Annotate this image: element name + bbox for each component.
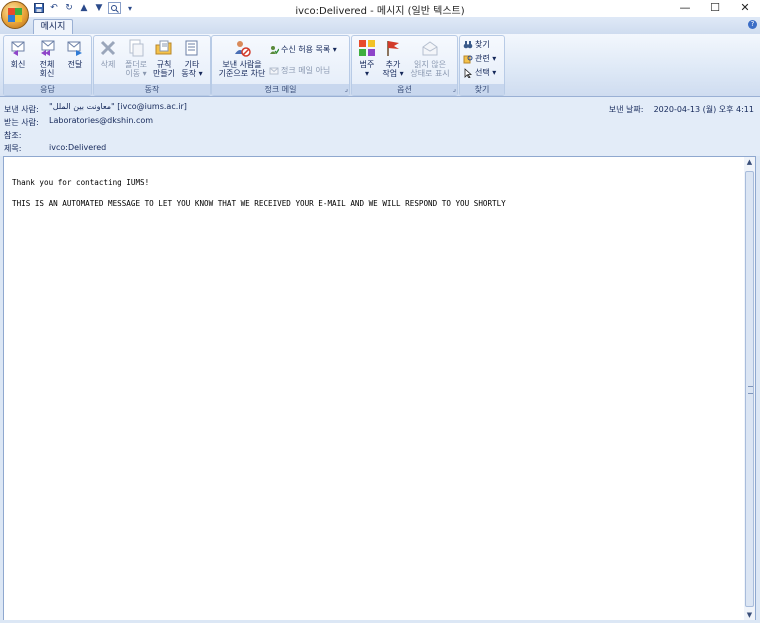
body-line-notice: THIS IS AN AUTOMATED MESSAGE TO LET YOU … (12, 199, 506, 208)
reply-all-button[interactable]: 전체 회신 (35, 38, 59, 78)
message-header: 보낸 사람: "معاونت بین الملل" [ivco@iums.ac.… (0, 97, 760, 156)
reply-label: 회신 (10, 60, 26, 69)
scrollbar-grip-icon (748, 386, 753, 394)
move-to-folder-button[interactable]: 폴더로 이동 ▾ (124, 38, 148, 78)
create-rule-label-2: 만들기 (152, 69, 176, 78)
delete-label: 삭제 (100, 60, 116, 69)
find-label: 찾기 (475, 40, 490, 49)
delete-button[interactable]: 삭제 (96, 38, 120, 69)
categorize-button[interactable]: 범주 ▾ (355, 38, 379, 78)
to-label: 받는 사람: (4, 118, 39, 127)
safe-list-icon (270, 45, 279, 54)
move-to-folder-label-1: 폴더로 (124, 60, 148, 69)
sent-value: 2020-04-13 (월) 오후 4:11 (653, 105, 754, 114)
mark-unread-button[interactable]: 읽지 않은 상태로 표시 (405, 38, 455, 78)
block-sender-label-1: 보낸 사람을 (222, 60, 262, 69)
other-actions-icon (185, 40, 198, 56)
ribbon-group-actions: 삭제 폴더로 이동 ▾ 규칙 만들기 기타 동작 ▾ 동작 (93, 35, 211, 96)
related-icon (463, 55, 473, 63)
select-icon (464, 67, 473, 78)
other-actions-button[interactable]: 기타 동작 ▾ (180, 38, 204, 78)
subject-label: 제목: (4, 144, 22, 153)
mark-unread-label-2: 상태로 표시 (410, 69, 450, 78)
mark-unread-icon (422, 41, 438, 56)
scrollbar-thumb[interactable] (745, 171, 754, 607)
ribbon-tab-row: 메시지 (0, 17, 760, 35)
create-rule-label-1: 규칙 (156, 60, 172, 69)
cc-label: 참조: (4, 131, 22, 140)
sent-date: 보낸 날짜: 2020-04-13 (월) 오후 4:11 (609, 104, 754, 115)
follow-up-label-2: 작업 ▾ (382, 69, 404, 78)
from-label: 보낸 사람: (4, 105, 39, 114)
reply-all-icon (41, 40, 55, 56)
group-label-options: 옵션 (352, 84, 457, 95)
move-to-folder-icon (129, 39, 144, 57)
move-to-folder-label-2: 이동 ▾ (125, 69, 147, 78)
not-junk-label: 정크 메일 아님 (281, 66, 331, 75)
follow-up-label-1: 추가 (385, 60, 401, 69)
safe-list-button[interactable]: 수신 허용 목록 ▾ (269, 44, 337, 55)
categorize-icon (359, 40, 375, 56)
tab-message[interactable]: 메시지 (33, 19, 73, 35)
binoculars-icon (463, 40, 473, 48)
office-logo-icon (8, 8, 22, 22)
help-icon[interactable]: ? (748, 20, 757, 29)
follow-up-button[interactable]: 추가 작업 ▾ (381, 38, 405, 78)
ribbon: 회신 전체 회신 전달 응답 삭제 폴더로 이동 ▾ 규칙 만들기 기타 동작 … (0, 34, 760, 97)
office-button[interactable] (1, 1, 29, 29)
reply-button[interactable]: 회신 (6, 38, 30, 69)
reply-all-label-2: 회신 (39, 69, 55, 78)
ribbon-group-find: 찾기 관련 ▾ 선택 ▾ 찾기 (459, 35, 505, 96)
window-controls: — ☐ ✕ (670, 0, 760, 17)
maximize-button[interactable]: ☐ (700, 0, 730, 17)
minimize-button[interactable]: — (670, 0, 700, 17)
ribbon-group-junk: 보낸 사람을 기준으로 차단 수신 허용 목록 ▾ 정크 메일 아님 정크 메일… (211, 35, 350, 96)
dialog-launcher-icon[interactable]: ⌟ (345, 85, 348, 94)
forward-label: 전달 (67, 60, 83, 69)
block-sender-button[interactable]: 보낸 사람을 기준으로 차단 (214, 38, 270, 78)
related-label: 관련 ▾ (475, 54, 497, 63)
select-button[interactable]: 선택 ▾ (463, 67, 496, 78)
delete-icon (100, 40, 116, 56)
ribbon-group-respond: 회신 전체 회신 전달 응답 (3, 35, 92, 96)
message-body[interactable]: Thank you for contacting IUMS! THIS IS A… (3, 156, 746, 622)
title-bar: ↶ ↻ ▲ ▼ ▾ ivco:Delivered - 메시지 (일반 텍스트) … (0, 0, 760, 17)
not-junk-button[interactable]: 정크 메일 아님 (269, 65, 330, 76)
close-button[interactable]: ✕ (730, 0, 760, 17)
group-label-find: 찾기 (460, 84, 504, 95)
vertical-scrollbar[interactable]: ▲ ▼ (744, 156, 756, 622)
subject-value: ivco:Delivered (49, 143, 107, 152)
related-button[interactable]: 관련 ▾ (463, 53, 496, 64)
to-value[interactable]: Laboratories@dkshin.com (49, 116, 153, 125)
other-actions-label-2: 동작 ▾ (181, 69, 203, 78)
forward-icon (67, 41, 82, 56)
ribbon-group-options: 범주 ▾ 추가 작업 ▾ 읽지 않은 상태로 표시 옵션 ⌟ (351, 35, 458, 96)
reply-all-label-1: 전체 (39, 60, 55, 69)
mark-unread-label-1: 읽지 않은 (414, 60, 446, 69)
group-label-actions: 동작 (94, 84, 210, 95)
safe-list-label: 수신 허용 목록 ▾ (281, 45, 337, 54)
sent-label: 보낸 날짜: (608, 105, 644, 114)
other-actions-label-1: 기타 (184, 60, 200, 69)
block-sender-icon (235, 41, 251, 57)
select-label: 선택 ▾ (475, 68, 497, 77)
create-rule-button[interactable]: 규칙 만들기 (152, 38, 176, 78)
categorize-label-1: 범주 (359, 60, 375, 69)
categorize-label-2: ▾ (364, 69, 369, 78)
create-rule-icon (155, 40, 172, 55)
group-label-respond: 응답 (4, 84, 91, 95)
forward-button[interactable]: 전달 (63, 38, 87, 69)
dialog-launcher-icon[interactable]: ⌟ (453, 85, 456, 94)
body-line-greeting: Thank you for contacting IUMS! (12, 178, 150, 187)
window-title: ivco:Delivered - 메시지 (일반 텍스트) (295, 6, 465, 17)
group-label-junk: 정크 메일 (212, 84, 349, 95)
scroll-up-icon[interactable]: ▲ (744, 157, 755, 168)
reply-icon (11, 41, 25, 56)
from-value[interactable]: "معاونت بین الملل" [ivco@iums.ac.ir] (49, 102, 187, 111)
follow-up-flag-icon (387, 41, 399, 56)
block-sender-label-2: 기준으로 차단 (218, 69, 266, 78)
not-junk-icon (269, 67, 279, 74)
find-button[interactable]: 찾기 (463, 39, 490, 50)
